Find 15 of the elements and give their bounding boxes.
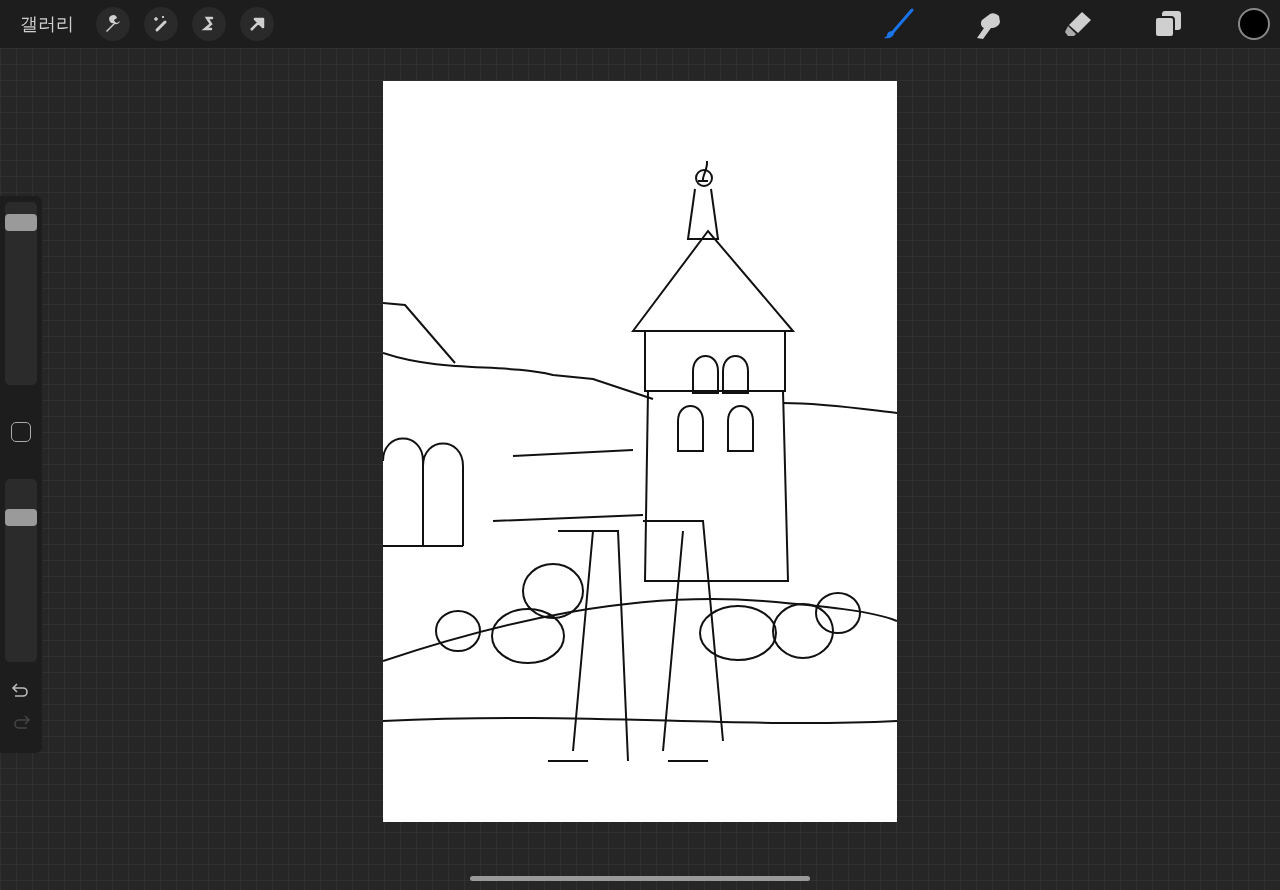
selection-button[interactable] xyxy=(192,7,226,41)
redo-icon xyxy=(11,714,31,732)
opacity-slider[interactable] xyxy=(5,479,37,662)
undo-button[interactable] xyxy=(11,682,31,700)
layers-icon xyxy=(1153,9,1183,39)
brush-size-slider[interactable] xyxy=(5,202,37,385)
slider-thumb[interactable] xyxy=(5,508,37,526)
color-swatch[interactable] xyxy=(1238,8,1270,40)
undo-icon xyxy=(11,682,31,700)
gallery-link[interactable]: 갤러리 xyxy=(20,12,74,36)
modify-button[interactable] xyxy=(11,422,31,442)
slider-thumb[interactable] xyxy=(5,213,37,231)
wrench-button[interactable] xyxy=(96,7,130,41)
transform-button[interactable] xyxy=(240,7,274,41)
wand-button[interactable] xyxy=(144,7,178,41)
